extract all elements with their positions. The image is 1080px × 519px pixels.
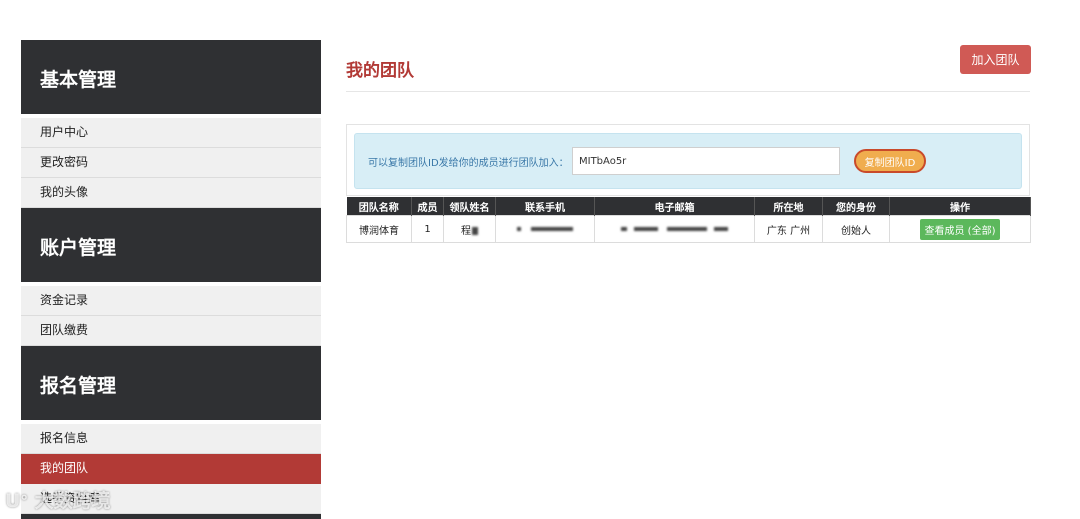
cell-team-name: 博润体育 [346, 215, 412, 243]
section-header-registration: 报名管理 [21, 346, 321, 420]
col-header-actions: 操作 [889, 197, 1031, 216]
title-divider [346, 91, 1030, 92]
section-header-account: 账户管理 [21, 208, 321, 282]
cell-role: 创始人 [822, 215, 890, 243]
sidebar-item-my-team[interactable]: 我的团队 [21, 454, 321, 484]
watermark-logo: ᑌᐤ 大数跨境 [5, 486, 111, 513]
cell-email-redacted [594, 215, 755, 243]
sidebar-item-registration-info[interactable]: 报名信息 [21, 424, 321, 454]
team-table: 团队名称 成员 领队姓名 联系手机 电子邮箱 所在地 您的身份 操作 博润体育 … [346, 197, 1031, 243]
invite-label: 可以复制团队ID发给你的成员进行团队加入： [368, 158, 569, 169]
section-header-basic: 基本管理 [21, 40, 321, 114]
col-header-team-name: 团队名称 [346, 197, 412, 216]
section-title-account: 账户管理 [40, 237, 117, 259]
sidebar-item-avatar[interactable]: 我的头像 [21, 178, 321, 208]
table-header-row: 团队名称 成员 领队姓名 联系手机 电子邮箱 所在地 您的身份 操作 [346, 197, 1031, 216]
sidebar-item-change-password[interactable]: 更改密码 [21, 148, 321, 178]
sidebar-item-team-payment[interactable]: 团队缴费 [21, 316, 321, 346]
page-title: 我的团队 [346, 61, 414, 81]
col-header-phone: 联系手机 [495, 197, 595, 216]
section-title-basic: 基本管理 [40, 69, 117, 91]
cell-location: 广东 广州 [754, 215, 823, 243]
redacted-mark [472, 226, 478, 235]
view-members-button[interactable]: 查看成员 (全部) [919, 218, 1001, 240]
col-header-location: 所在地 [754, 197, 823, 216]
redacted-mark [667, 226, 708, 231]
section-title-registration: 报名管理 [40, 375, 117, 397]
section-header-next [21, 514, 321, 519]
redacted-mark [517, 226, 522, 231]
col-header-role: 您的身份 [822, 197, 890, 216]
copy-team-id-button[interactable]: 复制团队ID [854, 149, 926, 173]
cell-actions: 查看成员 (全部) [889, 215, 1031, 243]
leader-name: 程 [461, 225, 471, 237]
join-team-button[interactable]: 加入团队 [960, 45, 1031, 74]
redacted-mark [620, 226, 627, 231]
sidebar: 基本管理 用户中心 更改密码 我的头像 账户管理 资金记录 团队缴费 报名管理 … [21, 40, 321, 519]
redacted-mark [714, 226, 729, 231]
cell-leader: 程 [443, 215, 496, 243]
sidebar-item-fund-records[interactable]: 资金记录 [21, 286, 321, 316]
col-header-leader: 领队姓名 [443, 197, 496, 216]
redacted-mark [530, 226, 573, 231]
redacted-mark [633, 226, 658, 231]
cell-phone-redacted [495, 215, 595, 243]
invite-panel: 可以复制团队ID发给你的成员进行团队加入： 复制团队ID [346, 124, 1030, 196]
invite-alert: 可以复制团队ID发给你的成员进行团队加入： 复制团队ID [354, 133, 1022, 189]
col-header-email: 电子邮箱 [594, 197, 755, 216]
watermark-icon: ᑌᐤ [5, 490, 28, 512]
watermark-text: 大数跨境 [34, 490, 111, 512]
sidebar-item-user-center[interactable]: 用户中心 [21, 118, 321, 148]
table-row: 博润体育 1 程 广东 广州 创始人 查看成员 (全部) [346, 215, 1031, 243]
col-header-members: 成员 [411, 197, 444, 216]
team-id-field[interactable] [572, 147, 840, 175]
cell-members: 1 [411, 215, 444, 243]
